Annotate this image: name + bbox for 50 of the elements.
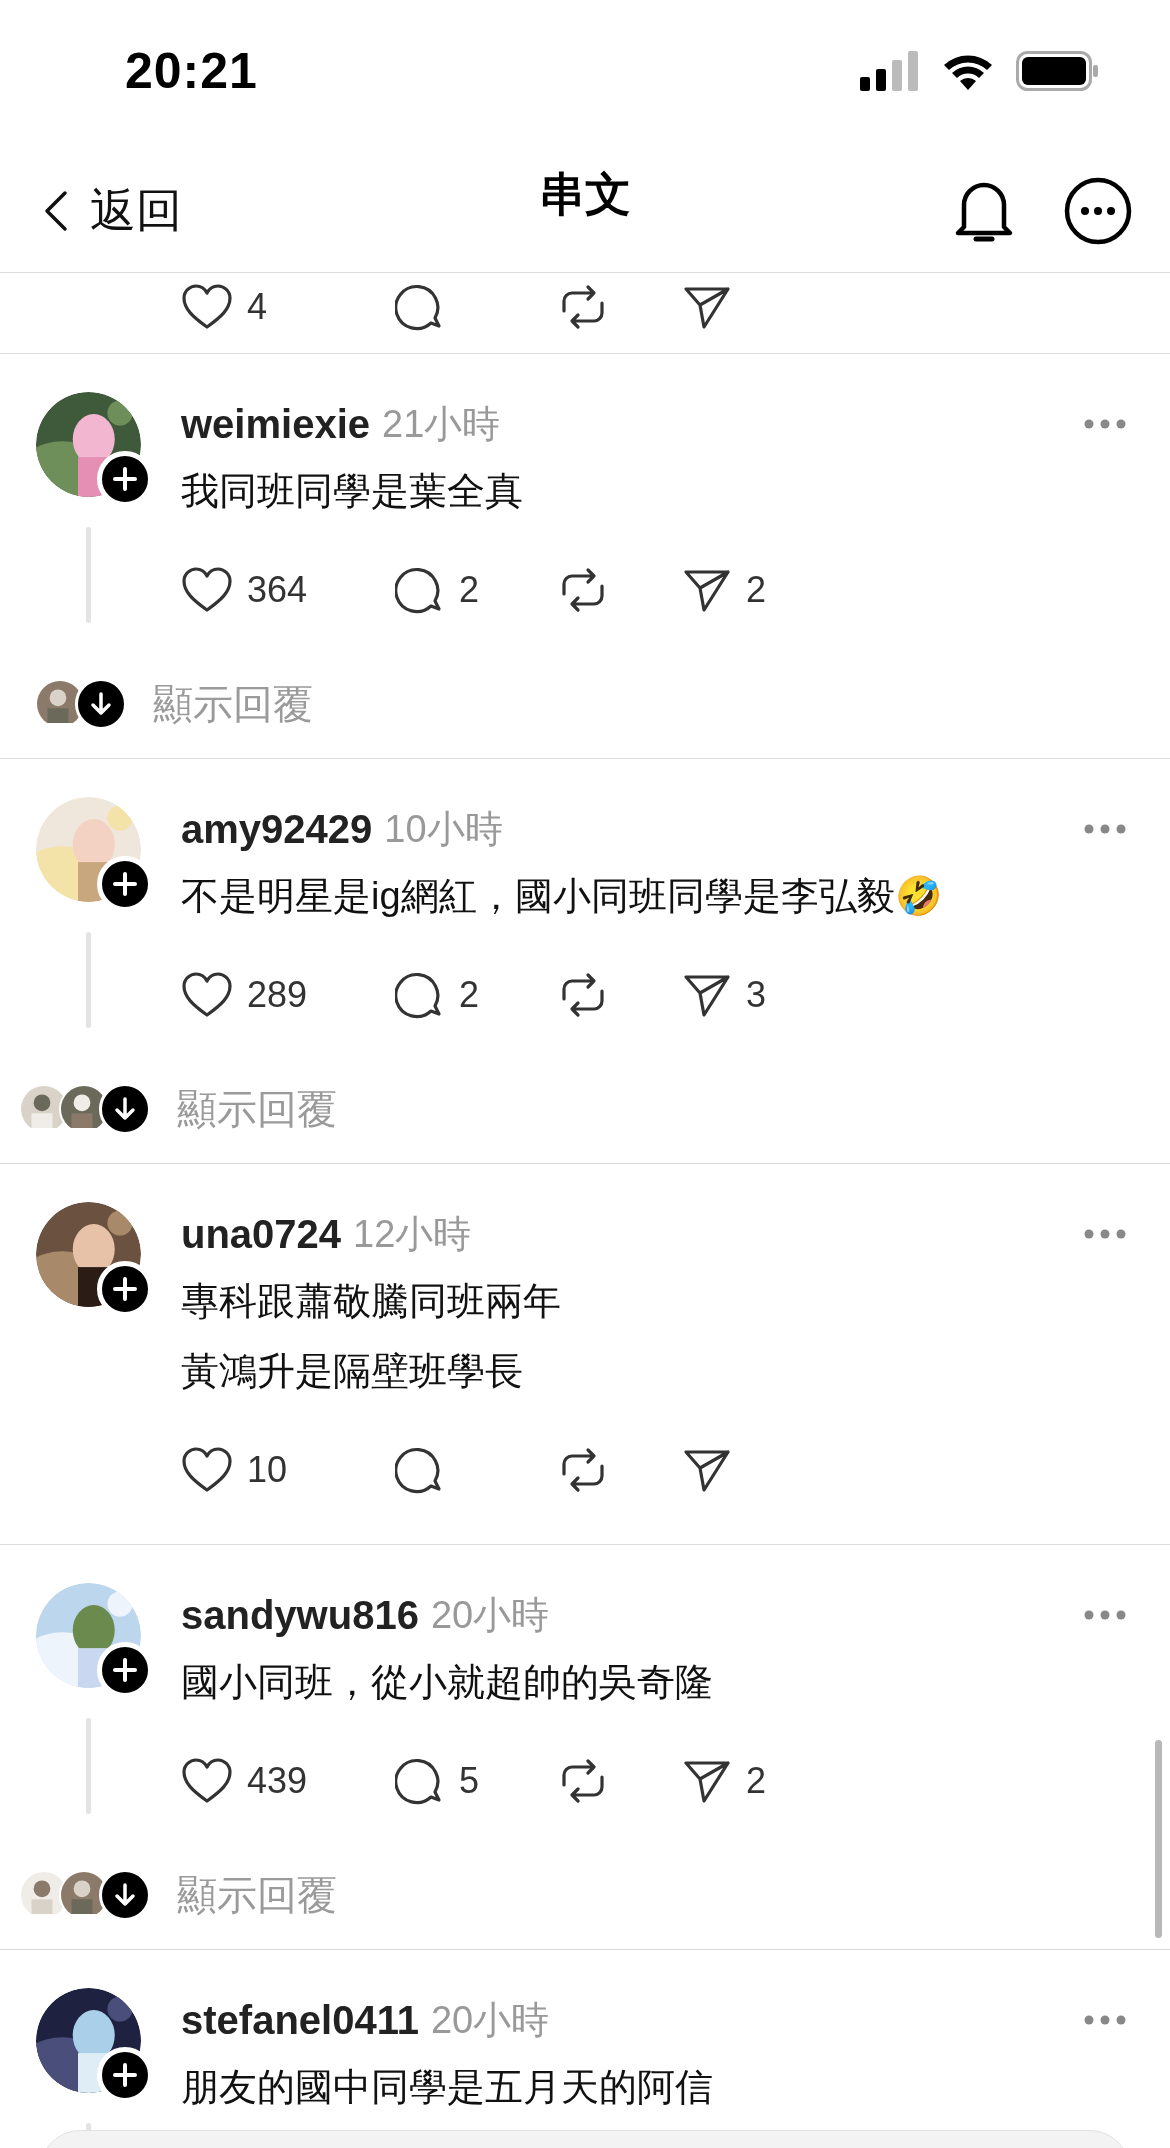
comment-button[interactable]: 5 [395,1756,558,1806]
post-time: 20小時 [430,1997,550,2043]
like-count: 4 [247,286,268,328]
status-time: 20:21 [125,42,258,100]
username[interactable]: stefanel0411 [181,1997,419,2043]
heart-icon [181,1757,233,1805]
post-time: 10小時 [384,806,503,852]
like-count: 439 [247,1760,308,1802]
username[interactable]: una0724 [181,1211,342,1257]
back-icon [44,190,68,232]
comment-button[interactable]: 2 [395,565,558,615]
comment-count: 2 [459,569,480,611]
heart-icon [181,566,233,614]
username[interactable]: weimiexie [181,401,370,447]
comment-button[interactable]: 2 [395,970,558,1020]
like-button[interactable]: 439 [181,1757,395,1805]
post-time: 20小時 [430,1592,550,1638]
heart-icon [181,1446,233,1494]
signal-icon [860,51,920,91]
like-button[interactable]: 4 [181,283,395,331]
share-count: 2 [746,1760,767,1802]
share-count: 2 [746,569,767,611]
like-button[interactable]: 289 [181,971,395,1019]
post-time: 21小時 [382,401,501,447]
comment-text: 專科跟蕭敬騰同班兩年 [181,1279,562,1324]
like-button[interactable]: 364 [181,566,395,614]
post-time: 12小時 [353,1211,472,1257]
more-icon[interactable] [1064,177,1132,245]
like-count: 10 [247,1449,288,1491]
comment-text: 黃鴻升是隔壁班學長 [181,1349,524,1394]
battery-icon [1016,51,1100,91]
comment-text: 不是明星是ig網紅，國小同班同學是李弘毅🤣 [181,874,943,919]
heart-icon [181,283,233,331]
comment-text: 我同班同學是葉全真 [181,469,524,514]
comment-text: 朋友的國中同學是五月天的阿信 [181,2065,714,2110]
comment-count: 5 [459,1760,480,1802]
like-count: 289 [247,974,308,1016]
share-button[interactable]: 3 [682,971,802,1019]
comment-count: 2 [459,974,480,1016]
heart-icon [181,971,233,1019]
comment-text: 國小同班，從小就超帥的吳奇隆 [181,1660,714,1705]
like-count: 364 [247,569,308,611]
username[interactable]: amy92429 [181,806,373,852]
share-count: 3 [746,974,767,1016]
username[interactable]: sandywu816 [181,1592,419,1638]
page-title: 串文 [539,167,631,222]
back-button[interactable]: 返回 [44,180,182,242]
like-button[interactable]: 10 [181,1446,395,1494]
share-button[interactable]: 2 [682,566,802,614]
share-button[interactable]: 2 [682,1757,802,1805]
